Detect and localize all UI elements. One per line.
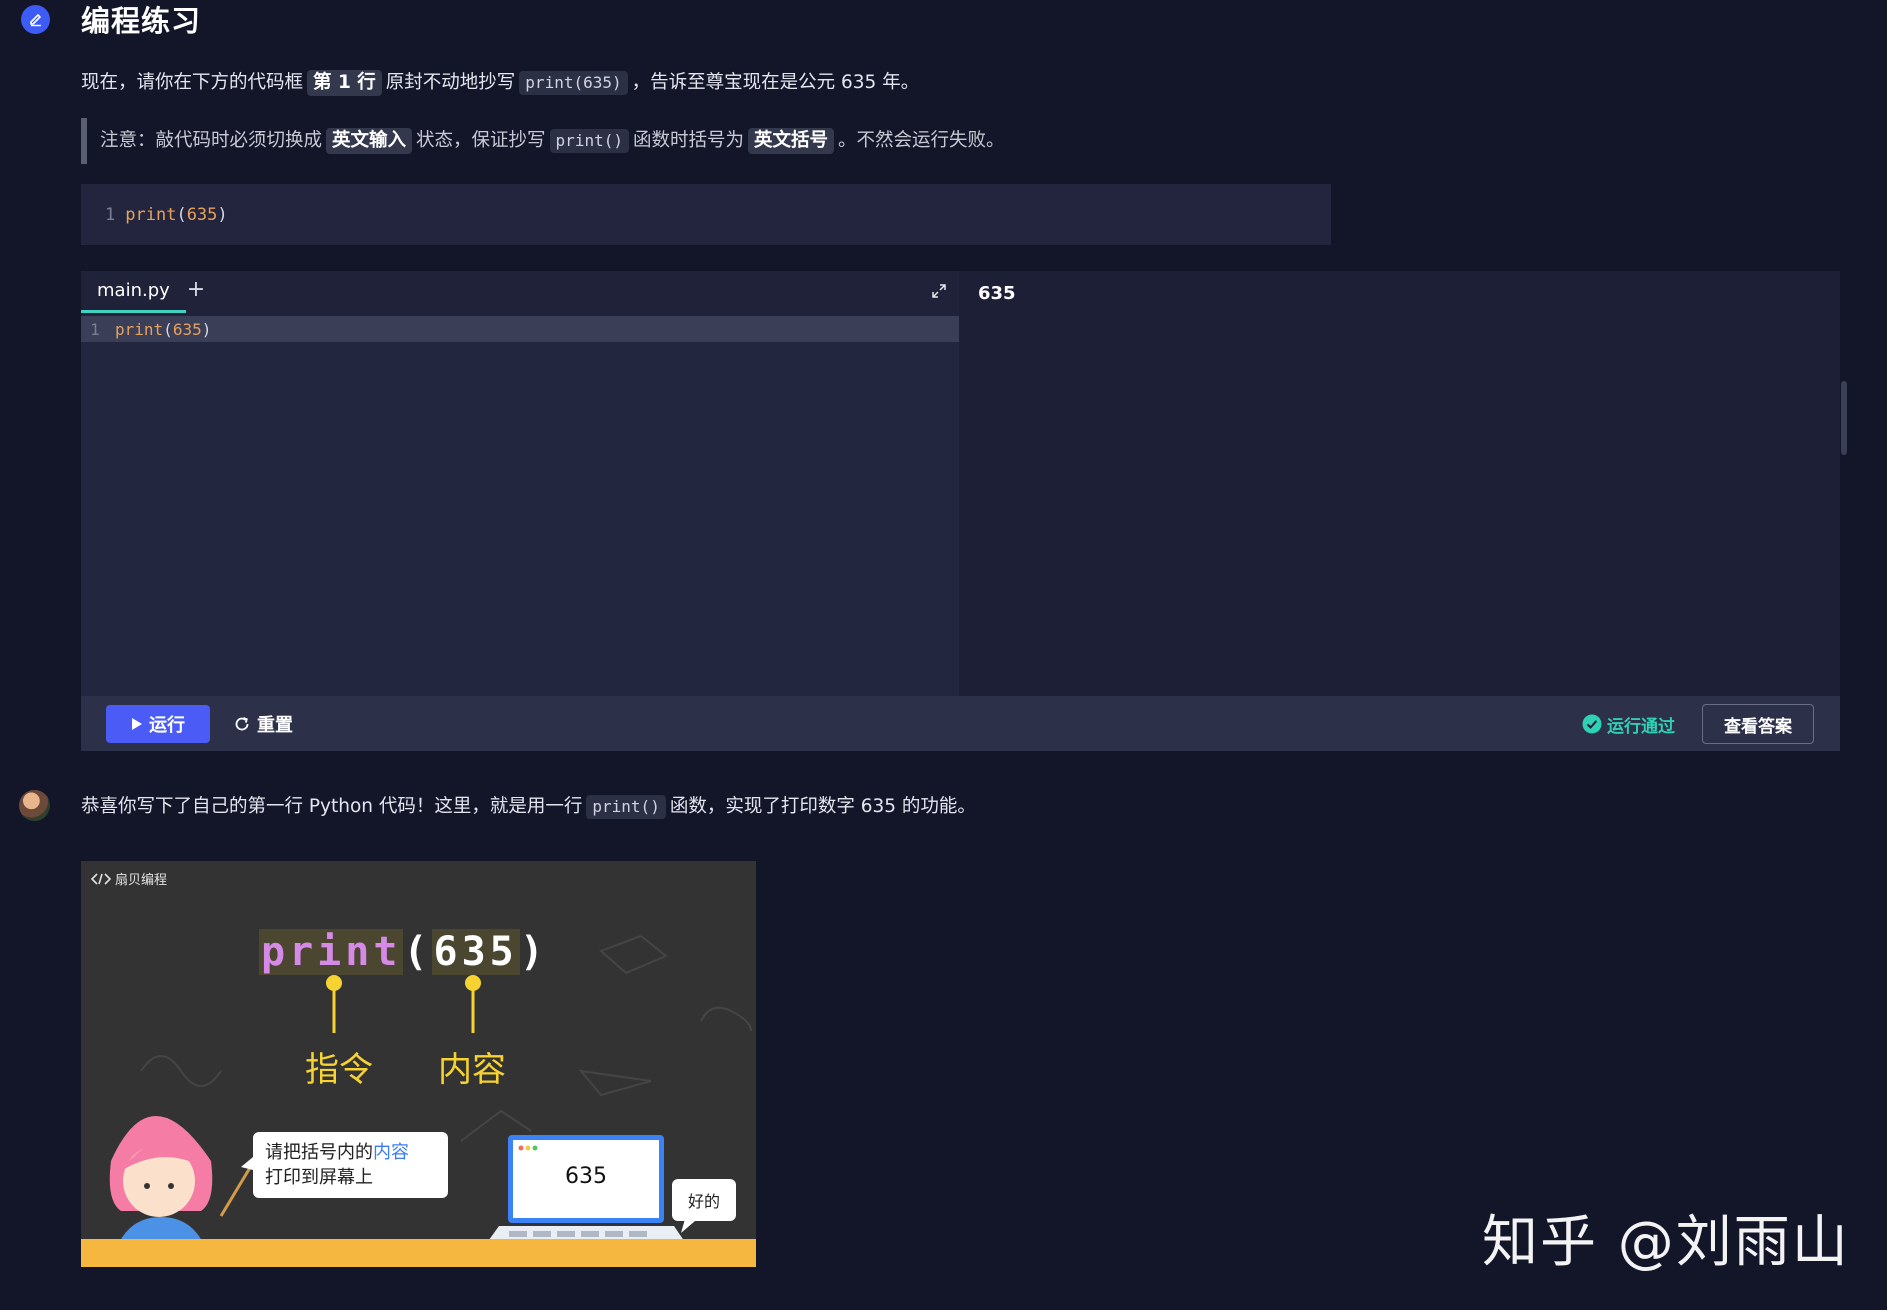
- status-badge: 运行通过: [1582, 705, 1675, 743]
- speech-bubble-computer: 好的: [672, 1179, 736, 1221]
- line-number: 1: [90, 319, 100, 339]
- code-snippet: 1 print(635): [81, 184, 1331, 245]
- illustration-arg: 635: [431, 929, 520, 975]
- inline-code: print(): [586, 795, 666, 819]
- screen-output: 635: [565, 1164, 607, 1189]
- view-answer-button[interactable]: 查看答案: [1702, 704, 1814, 744]
- editor-line[interactable]: 1 print(635): [81, 316, 959, 342]
- note-part: 函数时括号为: [632, 130, 744, 151]
- instruction-part: ，告诉至尊宝现在是公元 635 年。: [631, 72, 920, 93]
- instruction-text: 现在，请你在下方的代码框第 1 行原封不动地抄写 print(635) ，告诉至尊宝…: [81, 68, 919, 98]
- congrats-part: 函数，实现了打印数字 635 的功能。: [669, 796, 976, 817]
- edit-icon: [21, 5, 50, 34]
- refresh-icon: [235, 717, 249, 731]
- inline-code: print(): [549, 129, 629, 153]
- lesson-illustration: 扇贝编程 print(635) 指令 内容 请把括号内的内容 打印到屏幕上 63…: [81, 861, 756, 1267]
- add-tab-button[interactable]: +: [181, 277, 211, 302]
- line-tag: 第 1 行: [307, 70, 382, 96]
- illustration-code: print(635): [259, 929, 548, 975]
- line-number: 1: [105, 204, 116, 225]
- avatar: [19, 790, 50, 821]
- code-brand-icon: [91, 872, 111, 885]
- laptop-screen: 635: [508, 1135, 664, 1223]
- label-command: 指令: [305, 1050, 373, 1090]
- note-tag: 英文括号: [748, 128, 835, 154]
- ide-toolbar: 运行 重置 运行通过 查看答案: [81, 696, 1840, 751]
- note-part: 状态，保证抄写: [416, 130, 546, 151]
- code-number: 635: [186, 204, 218, 225]
- reset-button[interactable]: 重置: [233, 705, 293, 743]
- status-label: 运行通过: [1607, 716, 1675, 737]
- code-paren: (: [176, 204, 187, 225]
- reset-label: 重置: [257, 715, 293, 736]
- note-block: 注意：敲代码时必须切换成 英文输入 状态，保证抄写 print() 函数时括号为 英文括号…: [81, 118, 1005, 164]
- illustration-keyword: print: [259, 929, 404, 975]
- illustration-paren: (: [403, 929, 432, 975]
- bubble-text: 打印到屏幕上: [265, 1167, 373, 1188]
- instruction-part: 原封不动地抄写: [385, 72, 516, 93]
- play-icon: [132, 718, 142, 730]
- label-content: 内容: [438, 1050, 506, 1090]
- code-ide: main.py + 1 print(635) 635 运行 重置 运行通过 查看…: [81, 271, 1847, 751]
- instruction-part: 现在，请你在下方的代码框: [81, 72, 304, 93]
- brand-logo: 扇贝编程: [91, 869, 167, 888]
- brand-name: 扇贝编程: [115, 873, 168, 888]
- expand-icon[interactable]: [931, 283, 947, 299]
- note-tag: 英文输入: [326, 128, 413, 154]
- code-paren: ): [201, 319, 212, 339]
- bubble-highlight: 内容: [373, 1142, 409, 1163]
- section-title: 编程练习: [81, 4, 202, 38]
- tab-main-py[interactable]: main.py: [81, 271, 186, 313]
- inline-code: print(635): [519, 71, 628, 95]
- window-dots-icon: [518, 1145, 538, 1151]
- illustration-paren: ): [519, 929, 548, 975]
- bubble-text: 请把括号内的: [265, 1142, 373, 1163]
- editor-pane[interactable]: main.py + 1 print(635): [81, 271, 959, 696]
- zhihu-watermark: 知乎 @刘雨山: [1482, 1210, 1850, 1275]
- floor-strip: [81, 1239, 756, 1267]
- editor-watermark: [81, 316, 959, 696]
- congrats-part: 恭喜你写下了自己的第一行 Python 代码！这里，就是用一行: [81, 796, 583, 817]
- speech-bubble-teacher: 请把括号内的内容 打印到屏幕上: [253, 1132, 448, 1198]
- code-paren: (: [163, 319, 173, 339]
- code-keyword: print: [125, 204, 177, 225]
- run-label: 运行: [149, 715, 185, 736]
- run-button[interactable]: 运行: [106, 705, 210, 743]
- code-paren: ): [217, 204, 228, 225]
- output-text: 635: [978, 283, 1016, 304]
- check-circle-icon: [1582, 714, 1602, 734]
- code-number: 635: [172, 319, 202, 339]
- scrollbar-thumb[interactable]: [1841, 381, 1847, 455]
- code-keyword: print: [115, 319, 164, 339]
- editor-tabbar: main.py +: [81, 271, 959, 316]
- note-part: 注意：敲代码时必须切换成: [100, 130, 323, 151]
- congrats-text: 恭喜你写下了自己的第一行 Python 代码！这里，就是用一行 print() 函数…: [81, 792, 976, 822]
- note-part: 。不然会运行失败。: [838, 130, 1005, 151]
- output-pane: [959, 271, 1840, 696]
